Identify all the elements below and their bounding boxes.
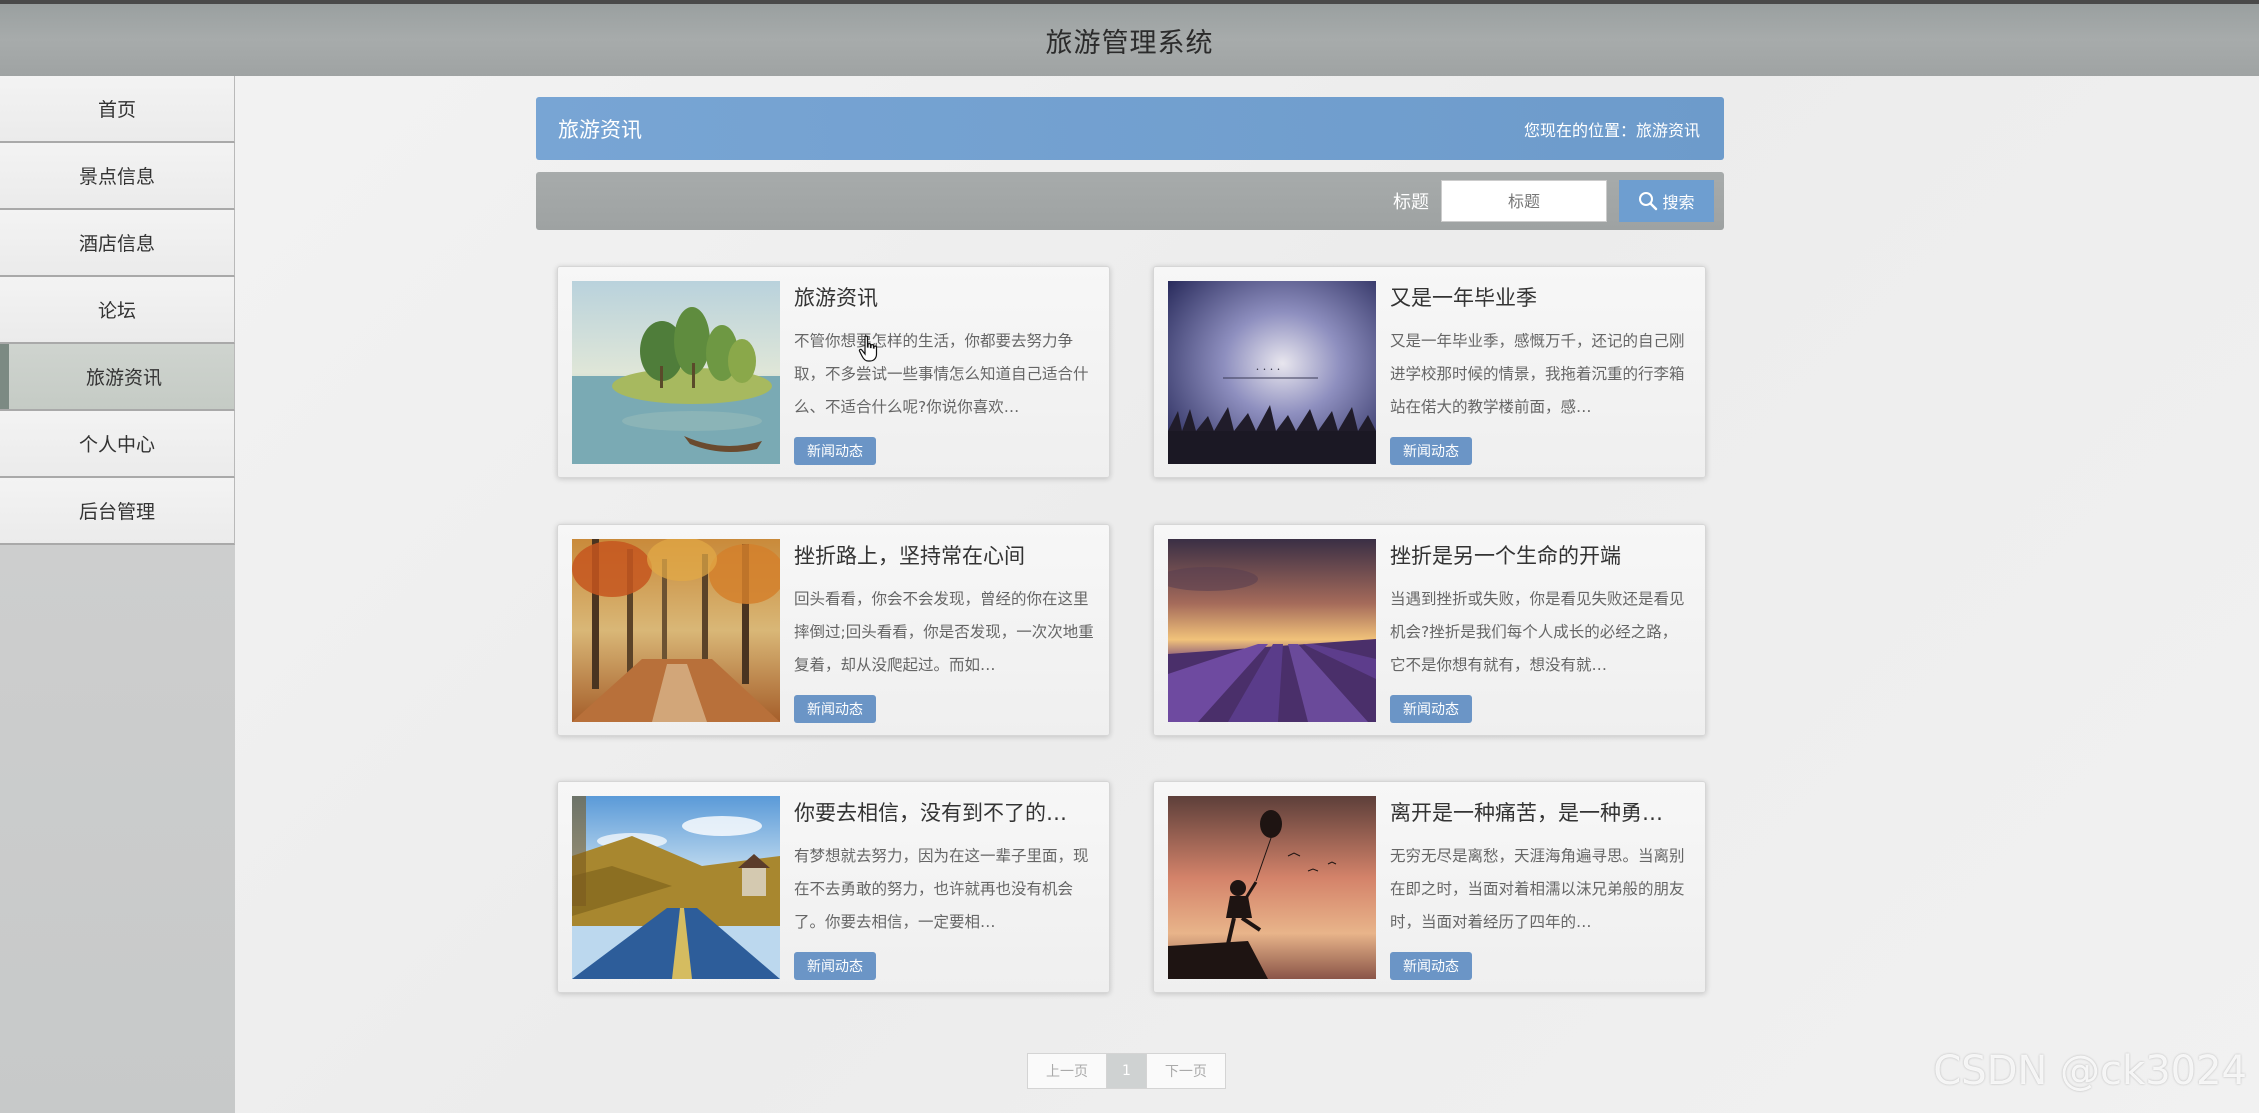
article-title[interactable]: 离开是一种痛苦，是一种勇… <box>1390 797 1690 827</box>
top-bar: 旅游管理系统 <box>0 0 2259 76</box>
watermark: CSDN @ck3024 <box>1933 1048 2247 1094</box>
article-thumbnail[interactable] <box>1168 539 1376 722</box>
next-page-button[interactable]: 下一页 <box>1145 1054 1225 1088</box>
news-tag-button[interactable]: 新闻动态 <box>1390 437 1472 465</box>
article-summary: 不管你想要怎样的生活，你都要去努力争取，不多尝试一些事情怎么知道自己适合什么、不… <box>794 332 1089 416</box>
article-title[interactable]: 旅游资讯 <box>794 282 1094 312</box>
search-button[interactable]: 搜索 <box>1619 180 1714 222</box>
article-title[interactable]: 又是一年毕业季 <box>1390 282 1690 312</box>
search-label: 标题 <box>1393 192 1429 213</box>
news-tag-button[interactable]: 新闻动态 <box>794 437 876 465</box>
prev-page-button[interactable]: 上一页 <box>1028 1054 1106 1088</box>
article-thumbnail[interactable] <box>572 539 780 722</box>
article-summary: 回头看看，你会不会发现，曾经的你在这里摔倒过;回头看看，你是否发现，一次次地重复… <box>794 590 1094 674</box>
search-button-label: 搜索 <box>1662 195 1695 212</box>
news-tag-button[interactable]: 新闻动态 <box>1390 952 1472 980</box>
article-summary: 无穷无尽是离愁，天涯海角遍寻思。当离别在即之时，当面对着相濡以沫兄弟般的朋友时，… <box>1390 847 1685 931</box>
article-title[interactable]: 挫折是另一个生命的开端 <box>1390 540 1690 570</box>
sidebar-item-travel-news[interactable]: 旅游资讯 <box>0 344 235 411</box>
article-title[interactable]: 你要去相信，没有到不了的… <box>794 797 1094 827</box>
sidebar-item-admin[interactable]: 后台管理 <box>0 478 235 545</box>
sidebar-item-attractions[interactable]: 景点信息 <box>0 143 235 210</box>
article-title[interactable]: 挫折路上，坚持常在心间 <box>794 540 1094 570</box>
article-thumbnail[interactable] <box>572 281 780 464</box>
news-tag-button[interactable]: 新闻动态 <box>794 695 876 723</box>
article-thumbnail[interactable] <box>1168 796 1376 979</box>
article-card[interactable]: 挫折是另一个生命的开端 当遇到挫折或失败，你是看见失败还是看见机会?挫折是我们每… <box>1153 524 1706 736</box>
svg-text:· · · ·: · · · · <box>1256 363 1280 376</box>
article-card[interactable]: 离开是一种痛苦，是一种勇… 无穷无尽是离愁，天涯海角遍寻思。当离别在即之时，当面… <box>1153 781 1706 993</box>
hand-cursor-icon <box>858 335 878 362</box>
page-number-current[interactable]: 1 <box>1106 1054 1146 1088</box>
page-title: 旅游资讯 <box>558 117 642 142</box>
article-summary: 有梦想就去努力，因为在这一辈子里面，现在不去勇敢的努力，也许就再也没有机会了。你… <box>794 847 1089 931</box>
article-card[interactable]: · · · · 又是一年毕业季 又是一年毕业季，感慨万千，还记的自己刚进学校那时… <box>1153 266 1706 478</box>
article-card[interactable]: 你要去相信，没有到不了的… 有梦想就去努力，因为在这一辈子里面，现在不去勇敢的努… <box>557 781 1110 993</box>
sidebar-item-forum[interactable]: 论坛 <box>0 277 235 344</box>
title-search-input[interactable] <box>1441 180 1607 222</box>
article-card[interactable]: 旅游资讯 不管你想要怎样的生活，你都要去努力争取，不多尝试一些事情怎么知道自己适… <box>557 266 1110 478</box>
article-card[interactable]: 挫折路上，坚持常在心间 回头看看，你会不会发现，曾经的你在这里摔倒过;回头看看，… <box>557 524 1110 736</box>
news-tag-button[interactable]: 新闻动态 <box>1390 695 1472 723</box>
app-title: 旅游管理系统 <box>1045 27 1214 59</box>
article-thumbnail[interactable]: · · · · <box>1168 281 1376 464</box>
article-thumbnail[interactable] <box>572 796 780 979</box>
sidebar: 首页 景点信息 酒店信息 论坛 旅游资讯 个人中心 后台管理 <box>0 76 235 1113</box>
breadcrumb: 您现在的位置：旅游资讯 <box>1523 120 1700 140</box>
article-summary: 又是一年毕业季，感慨万千，还记的自己刚进学校那时候的情景，我拖着沉重的行李箱站在… <box>1390 332 1685 416</box>
sidebar-item-personal-center[interactable]: 个人中心 <box>0 411 235 478</box>
pagination: 上一页 1 下一页 <box>1027 1053 1226 1089</box>
sidebar-item-home[interactable]: 首页 <box>0 76 235 143</box>
section-header: 旅游资讯 您现在的位置：旅游资讯 <box>536 97 1724 160</box>
article-summary: 当遇到挫折或失败，你是看见失败还是看见机会?挫折是我们每个人成长的必经之路，它不… <box>1390 590 1685 674</box>
search-bar: 标题 搜索 <box>536 172 1724 230</box>
sidebar-item-hotels[interactable]: 酒店信息 <box>0 210 235 277</box>
search-icon <box>1639 192 1658 211</box>
news-tag-button[interactable]: 新闻动态 <box>794 952 876 980</box>
